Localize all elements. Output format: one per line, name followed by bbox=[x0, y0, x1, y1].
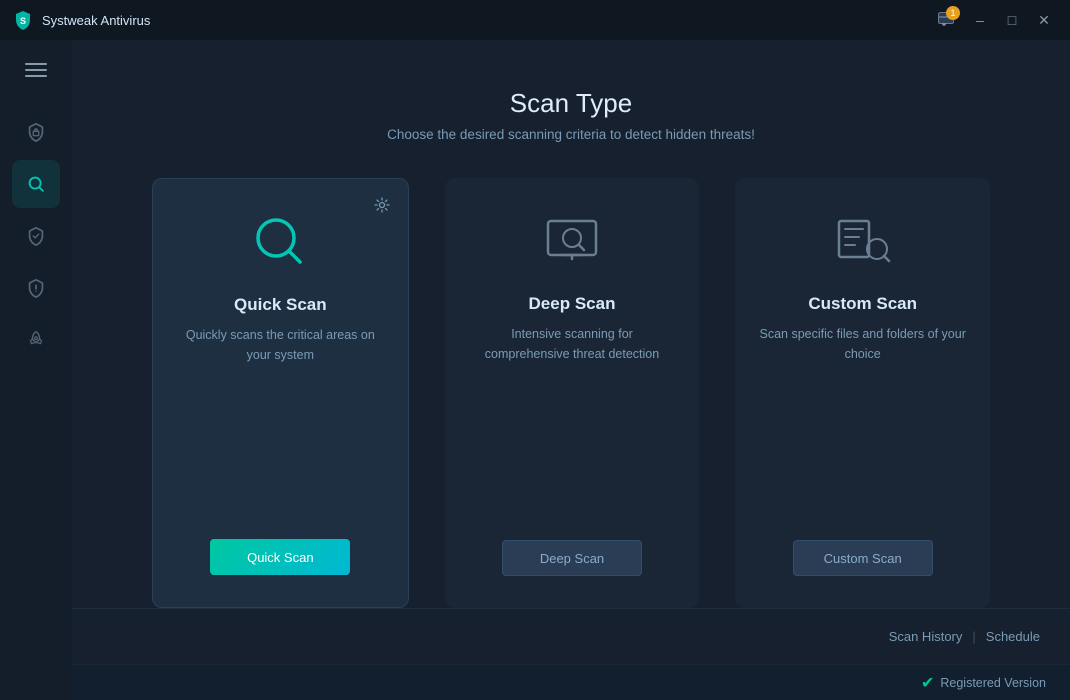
title-bar-left: S Systweak Antivirus bbox=[12, 9, 150, 31]
sidebar-item-boost[interactable] bbox=[12, 316, 60, 364]
footer-right: Scan History | Schedule bbox=[889, 629, 1040, 644]
svg-text:S: S bbox=[20, 16, 26, 26]
custom-scan-button[interactable]: Custom Scan bbox=[793, 540, 933, 576]
deep-scan-icon bbox=[537, 206, 607, 276]
close-button[interactable]: ✕ bbox=[1030, 8, 1058, 32]
content-area: Scan Type Choose the desired scanning cr… bbox=[72, 40, 1070, 700]
quick-scan-description: Quickly scans the critical areas on your… bbox=[177, 325, 384, 515]
scan-history-link[interactable]: Scan History bbox=[889, 629, 963, 644]
rocket-icon bbox=[25, 329, 47, 351]
hamburger-line-1 bbox=[25, 63, 47, 65]
app-title: Systweak Antivirus bbox=[42, 13, 150, 28]
notification-button[interactable]: 1 bbox=[930, 4, 962, 36]
quick-scan-title: Quick Scan bbox=[234, 295, 327, 315]
deep-scan-card: Deep Scan Intensive scanning for compreh… bbox=[445, 178, 700, 608]
quick-scan-settings-button[interactable] bbox=[368, 191, 396, 219]
page-subtitle: Choose the desired scanning criteria to … bbox=[72, 127, 1070, 142]
title-bar-controls: 1 – □ ✕ bbox=[930, 4, 1058, 36]
notification-badge: 1 bbox=[946, 6, 960, 20]
minimize-button[interactable]: – bbox=[966, 8, 994, 32]
hamburger-menu-button[interactable] bbox=[14, 52, 58, 88]
page-header: Scan Type Choose the desired scanning cr… bbox=[72, 40, 1070, 178]
registered-area: ✔ Registered Version bbox=[921, 673, 1046, 693]
shield-warning-icon bbox=[25, 277, 47, 299]
sidebar-item-scan[interactable] bbox=[12, 160, 60, 208]
registered-bar: ✔ Registered Version bbox=[72, 664, 1070, 700]
shield-lock-icon bbox=[25, 121, 47, 143]
custom-scan-title: Custom Scan bbox=[808, 294, 917, 314]
maximize-button[interactable]: □ bbox=[998, 8, 1026, 32]
search-icon bbox=[25, 173, 47, 195]
registered-label: Registered Version bbox=[940, 676, 1046, 690]
shield-check-icon bbox=[25, 225, 47, 247]
custom-scan-icon bbox=[828, 206, 898, 276]
schedule-link[interactable]: Schedule bbox=[986, 629, 1040, 644]
content-footer: Scan History | Schedule bbox=[72, 608, 1070, 664]
quick-scan-button[interactable]: Quick Scan bbox=[210, 539, 350, 575]
custom-scan-card: Custom Scan Scan specific files and fold… bbox=[735, 178, 990, 608]
hamburger-line-2 bbox=[25, 69, 47, 71]
quick-scan-icon bbox=[245, 207, 315, 277]
sidebar bbox=[0, 40, 72, 700]
sidebar-item-safe[interactable] bbox=[12, 212, 60, 260]
page-title: Scan Type bbox=[72, 88, 1070, 119]
app-logo-icon: S bbox=[12, 9, 34, 31]
title-bar: S Systweak Antivirus 1 – □ ✕ bbox=[0, 0, 1070, 40]
deep-scan-title: Deep Scan bbox=[529, 294, 616, 314]
gear-icon bbox=[374, 197, 390, 213]
sidebar-item-security[interactable] bbox=[12, 264, 60, 312]
deep-scan-button[interactable]: Deep Scan bbox=[502, 540, 642, 576]
deep-scan-description: Intensive scanning for comprehensive thr… bbox=[469, 324, 676, 516]
main-layout: Scan Type Choose the desired scanning cr… bbox=[0, 40, 1070, 700]
scan-cards-container: Quick Scan Quickly scans the critical ar… bbox=[72, 178, 1070, 608]
custom-scan-description: Scan specific files and folders of your … bbox=[759, 324, 966, 516]
quick-scan-card: Quick Scan Quickly scans the critical ar… bbox=[152, 178, 409, 608]
hamburger-line-3 bbox=[25, 75, 47, 77]
footer-divider: | bbox=[972, 629, 975, 644]
sidebar-item-protection[interactable] bbox=[12, 108, 60, 156]
registered-check-icon: ✔ bbox=[921, 673, 934, 693]
